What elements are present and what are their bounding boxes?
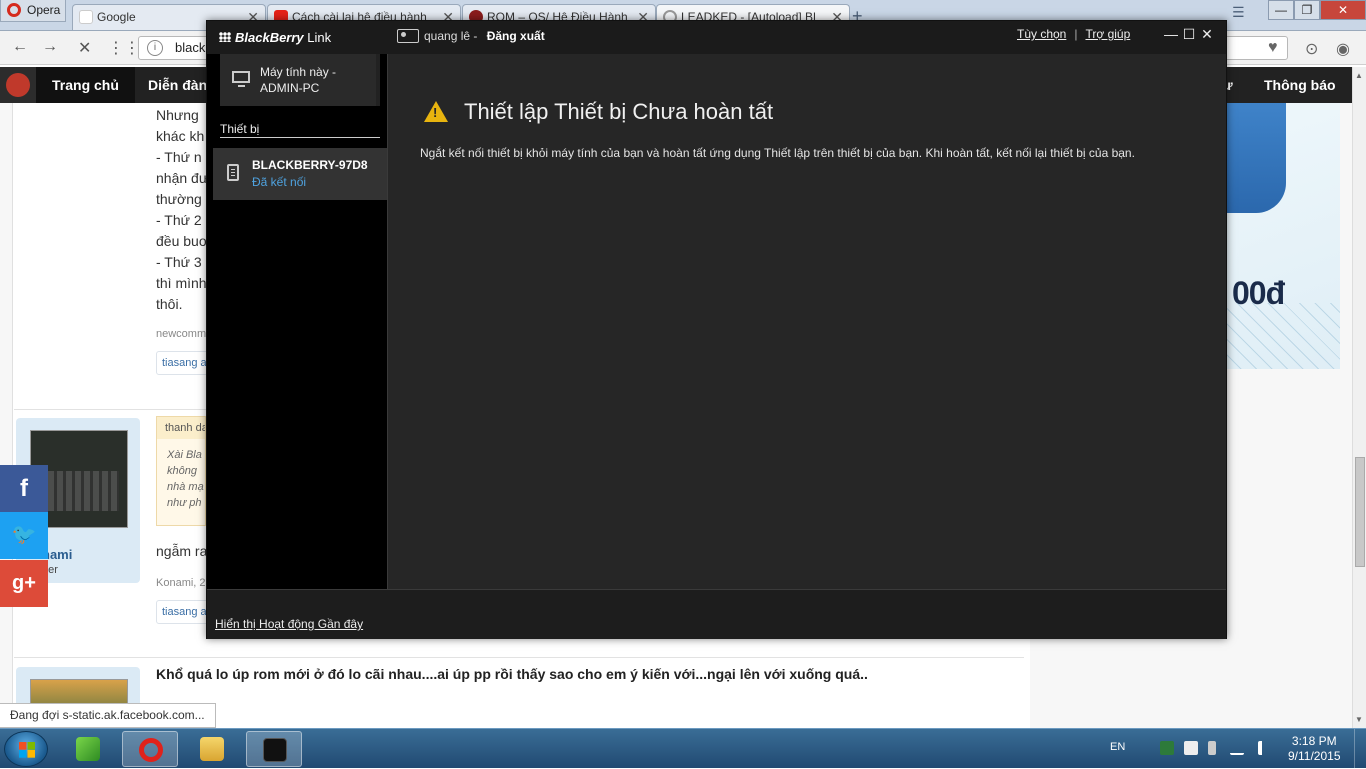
advertisement[interactable]: 00đ	[1226, 103, 1340, 369]
taskbar-app-opera[interactable]	[122, 731, 178, 767]
user-card-icon	[397, 29, 419, 43]
nav-home[interactable]: Trang chủ	[36, 67, 135, 103]
site-info-icon[interactable]: i	[147, 40, 163, 56]
browser-status-bar: Đang đợi s-static.ak.facebook.com...	[0, 703, 216, 728]
scroll-up-icon[interactable]: ▲	[1355, 71, 1363, 80]
post-body: Nhưng khác kh - Thứ n nhận đư thường - T…	[156, 107, 209, 312]
blackberry-icon	[263, 738, 287, 762]
nav-notifications[interactable]: Thông báo	[1248, 67, 1352, 103]
stop-icon[interactable]: ✕	[78, 38, 91, 58]
blackberry-link-window: BlackBerry Link quang lê - Đăng xuất Tùy…	[206, 20, 1227, 639]
sidebar-item-computer[interactable]: Máy tính này - ADMIN-PC	[220, 54, 380, 106]
green-cubes-icon	[76, 737, 100, 761]
post-meta: newcomm	[156, 328, 207, 340]
google-plus-icon: g+	[12, 572, 36, 594]
taskbar-app-cubes[interactable]	[60, 731, 116, 767]
close-icon[interactable]: ✕	[1198, 26, 1216, 43]
jacket-image	[1226, 103, 1286, 213]
bbl-user-info: quang lê - Đăng xuất	[397, 29, 545, 43]
sidebar-item-device[interactable]: BLACKBERRY-97D8 Đã kết nối	[213, 148, 387, 200]
blackberry-logo-icon	[6, 73, 30, 97]
bbl-top-links: Tùy chọn | Trợ giúp	[1017, 27, 1131, 41]
device-status: Đã kết nối	[252, 175, 307, 189]
bbl-title-bar: BlackBerry Link quang lê - Đăng xuất Tùy…	[207, 21, 1226, 54]
opera-logo-icon	[7, 3, 21, 17]
app-tray-icon[interactable]	[1184, 741, 1198, 755]
maximize-icon[interactable]: ☐	[1180, 26, 1198, 43]
logout-link[interactable]: Đăng xuất	[487, 29, 545, 43]
post-body: Khổ quá lo úp rom mới ở đó lo cãi nhau..…	[156, 666, 868, 682]
battery-icon[interactable]	[1208, 741, 1216, 755]
close-window-icon[interactable]: ✕	[1320, 0, 1366, 20]
account-icon[interactable]: ◉	[1336, 39, 1350, 59]
taskbar-app-explorer[interactable]	[184, 731, 240, 767]
setup-description: Ngắt kết nối thiết bị khỏi máy tính của …	[420, 146, 1135, 160]
help-link[interactable]: Trợ giúp	[1085, 27, 1130, 41]
bbl-window-controls: — ☐ ✕	[1162, 26, 1216, 43]
network-tray-icon[interactable]	[1160, 741, 1174, 755]
post-body: ngẫm ra	[156, 543, 208, 559]
signal-icon[interactable]	[1230, 741, 1244, 755]
taskbar-app-blackberry-link[interactable]	[246, 731, 302, 767]
quote-text: Xài Bla không nhà mạ như ph	[167, 449, 204, 509]
forward-icon[interactable]: →	[42, 38, 58, 56]
scroll-thumb[interactable]	[1355, 457, 1365, 567]
windows-logo-icon	[19, 742, 35, 758]
opera-icon	[139, 738, 163, 762]
quote-header: thanh da	[157, 417, 205, 439]
tab-menu-icon[interactable]: ☰	[1232, 4, 1245, 21]
volume-icon[interactable]	[1258, 741, 1272, 755]
heart-icon[interactable]: ♥	[1268, 39, 1278, 57]
minimize-icon[interactable]: —	[1162, 26, 1180, 42]
opera-menu-button[interactable]: Opera	[0, 0, 66, 22]
back-icon[interactable]: ←	[12, 38, 28, 56]
bbl-sidebar: Máy tính này - ADMIN-PC Thiết bị BLACKBE…	[207, 54, 387, 589]
facebook-icon: f	[20, 475, 28, 502]
scroll-down-icon[interactable]: ▼	[1355, 715, 1363, 724]
clock[interactable]: 3:18 PM 9/11/2015	[1288, 734, 1341, 764]
folder-icon	[200, 737, 224, 761]
device-name: BLACKBERRY-97D8	[252, 158, 368, 172]
twitter-icon: 🐦	[11, 524, 37, 546]
restore-icon[interactable]: ❐	[1294, 0, 1320, 20]
setup-title: Thiết lập Thiết bị Chưa hoàn tất	[464, 99, 774, 124]
page-scrollbar[interactable]: ▲ ▼	[1352, 67, 1366, 728]
post-separator	[14, 657, 1024, 658]
minimize-icon[interactable]: —	[1268, 0, 1294, 20]
post-meta: Konami, 2	[156, 577, 206, 589]
recent-activity-link[interactable]: Hiển thị Hoạt động Gần đây	[215, 617, 363, 631]
options-link[interactable]: Tùy chọn	[1017, 27, 1066, 41]
browser-window-controls: — ❐ ✕	[1268, 0, 1366, 20]
system-tray: EN 3:18 PM 9/11/2015	[1100, 729, 1366, 769]
facebook-share-button[interactable]: f	[0, 465, 48, 512]
twitter-share-button[interactable]: 🐦	[0, 512, 48, 559]
show-desktop-button[interactable]	[1354, 729, 1366, 769]
blackberry-logo-icon	[219, 32, 231, 42]
bbl-main-panel: Thiết lập Thiết bị Chưa hoàn tất Ngắt kế…	[387, 54, 1226, 589]
devices-header: Thiết bị	[220, 122, 380, 138]
site-logo[interactable]	[0, 67, 36, 103]
phone-icon	[227, 164, 239, 181]
speed-dial-icon[interactable]: ⋮⋮	[108, 38, 140, 58]
google-plus-share-button[interactable]: g+	[0, 560, 48, 607]
bbl-footer: Hiển thị Hoạt động Gần đây	[207, 589, 1226, 639]
download-icon[interactable]: ⊙	[1305, 39, 1318, 59]
warning-icon	[424, 101, 448, 122]
windows-taskbar: EN 3:18 PM 9/11/2015	[0, 728, 1366, 769]
start-button[interactable]	[4, 731, 48, 767]
bbl-app-name: BlackBerry Link	[219, 30, 331, 45]
language-indicator[interactable]: EN	[1110, 741, 1125, 753]
monitor-icon	[232, 71, 250, 87]
quote-block: thanh da Xài Bla không nhà mạ như ph	[156, 416, 206, 526]
google-icon	[79, 10, 93, 24]
